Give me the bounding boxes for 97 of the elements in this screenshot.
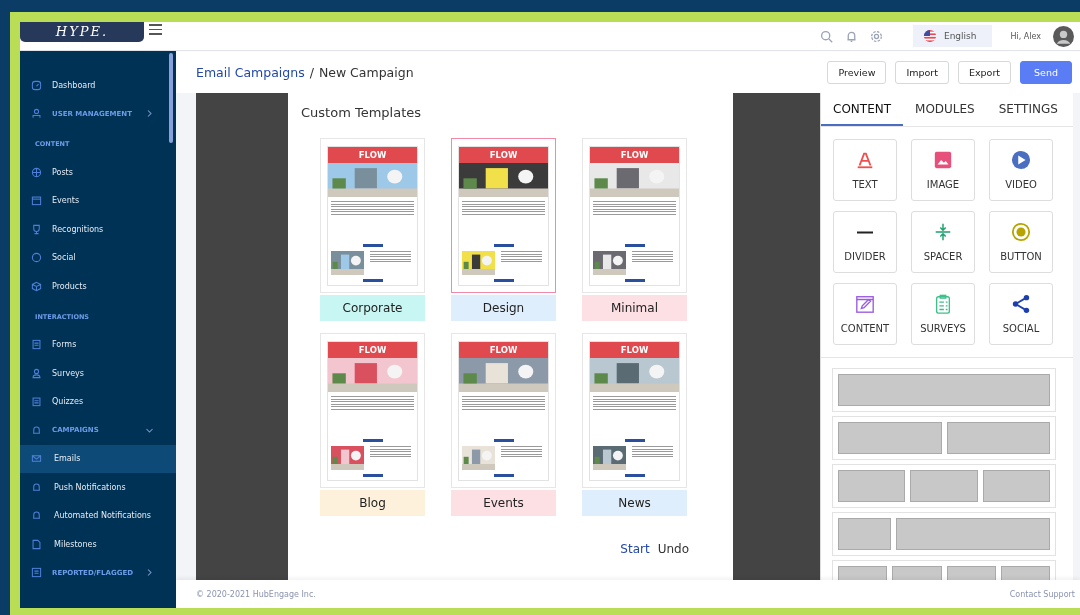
column-placeholder	[982, 470, 1050, 502]
content-block[interactable]: VIDEO	[989, 139, 1053, 201]
box-icon	[31, 280, 42, 292]
bell-icon	[31, 424, 42, 436]
globe-icon	[31, 166, 42, 178]
layout-module[interactable]	[832, 416, 1056, 460]
column-placeholder	[838, 518, 891, 550]
layout-module[interactable]	[832, 368, 1056, 412]
email-header: FLOW	[328, 342, 417, 358]
layout-module[interactable]	[832, 512, 1056, 556]
email-header: FLOW	[459, 147, 548, 163]
email-header: FLOW	[590, 342, 679, 358]
content-block[interactable]: SURVEYS	[911, 283, 975, 345]
bell-icon	[31, 510, 42, 522]
email-header: FLOW	[590, 147, 679, 163]
content-block[interactable]: BUTTON	[989, 211, 1053, 273]
sidebar-item[interactable]: Milestones	[20, 530, 176, 559]
copyright-text: © 2020-2021 HubEngage Inc.	[196, 589, 316, 599]
breadcrumb-current: New Campaign	[318, 64, 414, 80]
sidebar-item[interactable]: Surveys	[20, 359, 176, 388]
template-thumbnail[interactable]: FLOW	[451, 138, 556, 293]
sidebar-item[interactable]: Forms	[20, 330, 176, 359]
trophy-icon	[31, 223, 42, 235]
person-icon	[31, 108, 42, 120]
form-icon	[31, 339, 42, 351]
scrollbar[interactable]	[169, 53, 173, 143]
greeting-text: Hi, Alex	[1010, 31, 1041, 41]
document-icon	[31, 538, 42, 550]
toolbar-button[interactable]: Import	[895, 60, 949, 84]
person-icon	[31, 367, 42, 379]
share-icon	[1011, 294, 1031, 314]
sidebar-item[interactable]: Posts	[20, 158, 176, 187]
template-label: Design	[451, 295, 556, 321]
column-placeholder	[910, 470, 978, 502]
panel-tab[interactable]: MODULES	[903, 93, 987, 126]
sidebar-item[interactable]: Emails	[20, 444, 176, 473]
bell-icon	[31, 481, 42, 493]
settings-icon[interactable]	[869, 29, 883, 43]
template-label: Corporate	[320, 295, 425, 321]
sidebar-item[interactable]: Social	[20, 243, 176, 272]
email-header: FLOW	[459, 342, 548, 358]
image-icon	[933, 150, 953, 170]
toolbar-button[interactable]: Preview	[827, 60, 887, 84]
panel-tab[interactable]: SETTINGS	[986, 93, 1070, 126]
template-thumbnail[interactable]: FLOW	[582, 138, 687, 293]
start-link[interactable]: Start	[620, 542, 650, 556]
template-thumbnail[interactable]: FLOW	[582, 333, 687, 488]
template-thumbnail[interactable]: FLOW	[451, 333, 556, 488]
content-block[interactable]: CONTENT	[833, 283, 897, 345]
sidebar-item[interactable]: Dashboard	[20, 71, 176, 100]
breadcrumb-separator: /	[309, 64, 314, 80]
search-icon[interactable]	[819, 29, 833, 43]
menu-icon[interactable]	[149, 24, 162, 35]
breadcrumb-link[interactable]: Email Campaigns	[196, 64, 305, 80]
logo[interactable]: HYPE.	[20, 22, 144, 42]
template-label: Blog	[320, 490, 425, 516]
minus-icon	[857, 230, 873, 234]
sidebar-item[interactable]: Automated Notifications	[20, 501, 176, 530]
clipboard-icon	[933, 294, 953, 314]
section-title: Custom Templates	[301, 105, 423, 120]
template-label: Events	[451, 490, 556, 516]
template-thumbnail[interactable]: FLOW	[320, 138, 425, 293]
envelope-icon	[31, 453, 42, 465]
content-block[interactable]: DIVIDER	[833, 211, 897, 273]
radio-icon	[1011, 222, 1031, 242]
calendar-icon	[31, 195, 42, 207]
undo-link[interactable]: Undo	[657, 542, 689, 556]
content-block[interactable]: IMAGE	[911, 139, 975, 201]
language-selector[interactable]: English	[912, 25, 993, 47]
panel-tab[interactable]: CONTENT	[821, 93, 904, 126]
circle-icon	[31, 252, 42, 264]
sidebar-item[interactable]: Recognitions	[20, 215, 176, 244]
sidebar-item[interactable]: Products	[20, 272, 176, 301]
column-placeholder	[838, 470, 906, 502]
template-label: Minimal	[582, 295, 687, 321]
clipboard-icon	[31, 396, 42, 408]
flag-icon	[922, 29, 937, 43]
content-block[interactable]: TEXT	[833, 139, 897, 201]
list-icon	[31, 567, 42, 579]
content-block[interactable]: SPACER	[911, 211, 975, 273]
text-icon	[855, 150, 875, 170]
gauge-icon	[31, 79, 42, 91]
email-header: FLOW	[328, 147, 417, 163]
send-button[interactable]: Send	[1020, 60, 1072, 84]
sidebar-item[interactable]: Push Notifications	[20, 473, 176, 502]
content-block[interactable]: SOCIAL	[989, 283, 1053, 345]
sidebar-item[interactable]: Quizzes	[20, 387, 176, 416]
play-icon	[1011, 150, 1031, 170]
toolbar-button[interactable]: Export	[957, 60, 1012, 84]
edit-window-icon	[855, 294, 875, 314]
avatar-icon[interactable]	[1053, 25, 1074, 47]
sidebar-item[interactable]: Events	[20, 186, 176, 215]
template-label: News	[582, 490, 687, 516]
spacer-icon	[933, 222, 953, 242]
template-thumbnail[interactable]: FLOW	[320, 333, 425, 488]
bell-icon[interactable]	[844, 29, 858, 43]
layout-module[interactable]	[832, 464, 1056, 508]
